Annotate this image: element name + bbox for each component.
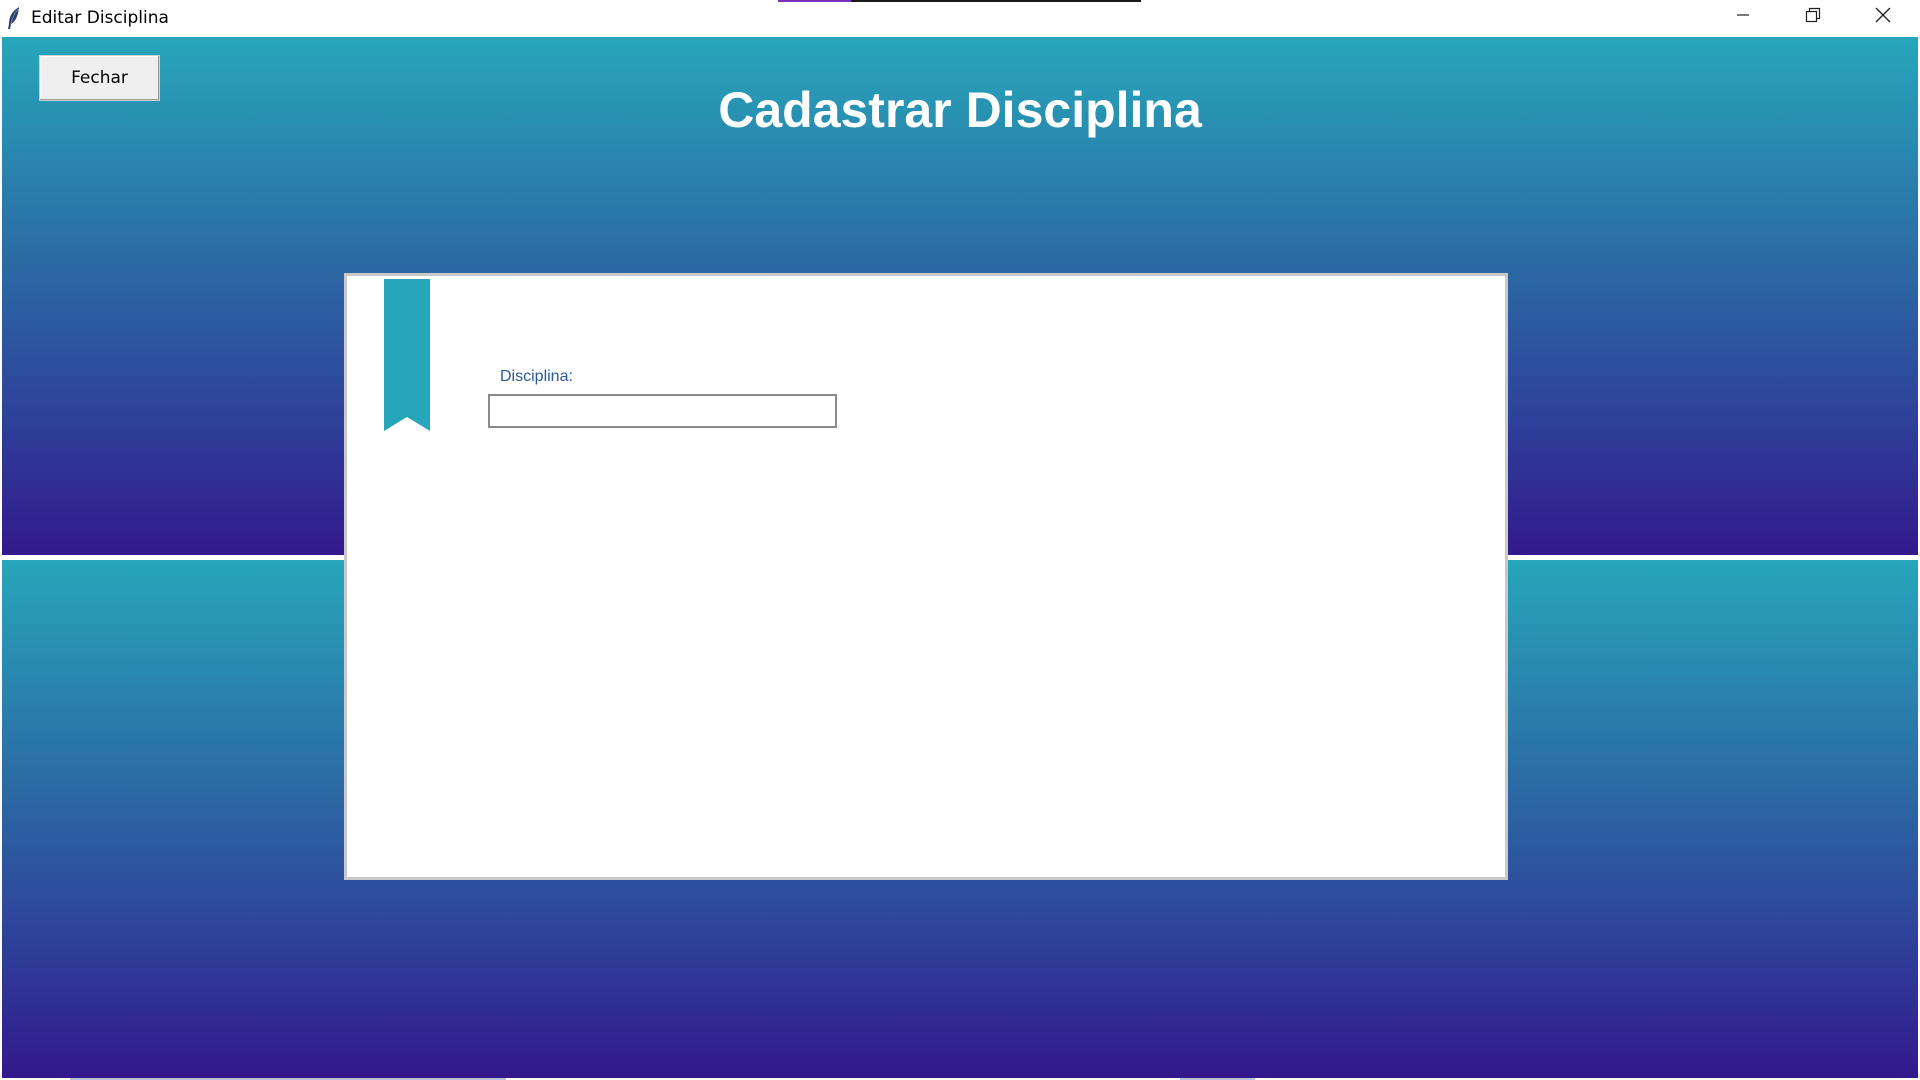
window-client-area: Fechar Cadastrar Disciplina Disciplina: <box>2 37 1918 1078</box>
close-icon <box>1875 7 1891 28</box>
page-title: Cadastrar Disciplina <box>718 82 1202 138</box>
window-progress-fill <box>778 0 851 2</box>
window-titlebar: Editar Disciplina <box>0 0 1920 37</box>
form-card: Disciplina: <box>344 273 1508 880</box>
window-title: Editar Disciplina <box>31 8 169 28</box>
minimize-icon <box>1736 8 1750 27</box>
discipline-label: Disciplina: <box>500 368 573 385</box>
restore-button[interactable] <box>1778 0 1848 34</box>
feather-icon <box>6 6 22 30</box>
discipline-input[interactable] <box>488 394 837 428</box>
bookmark-icon <box>384 279 430 431</box>
window-close-button[interactable] <box>1848 0 1918 34</box>
window-progress-strip <box>778 0 1141 2</box>
minimize-button[interactable] <box>1708 0 1778 34</box>
restore-icon <box>1805 7 1821 28</box>
